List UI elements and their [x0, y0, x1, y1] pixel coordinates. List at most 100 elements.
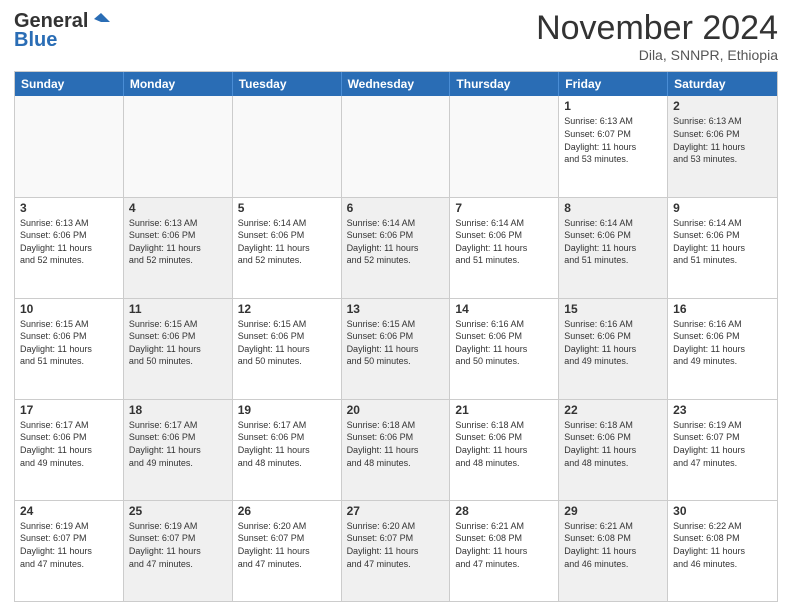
calendar-cell: 4Sunrise: 6:13 AM Sunset: 6:06 PM Daylig… — [124, 198, 233, 298]
day-number: 21 — [455, 403, 553, 417]
day-number: 3 — [20, 201, 118, 215]
day-number: 27 — [347, 504, 445, 518]
day-number: 13 — [347, 302, 445, 316]
logo: General Blue — [14, 10, 112, 52]
calendar-cell: 15 Sunrise: 6:16 AM Sunset: 6:06 PM Dayli… — [559, 299, 668, 399]
calendar-cell: 26 Sunrise: 6:20 AM Sunset: 6:07 PM Dayli… — [233, 501, 342, 601]
calendar-cell — [124, 96, 233, 196]
day-number: 24 — [20, 504, 118, 518]
day-info: Sunrise: 6:17 AM Sunset: 6:06 PM Dayligh… — [20, 419, 118, 469]
calendar-cell: 21 Sunrise: 6:18 AM Sunset: 6:06 PM Dayli… — [450, 400, 559, 500]
calendar-header-day: Monday — [124, 72, 233, 96]
calendar-cell: 16Sunrise: 6:16 AM Sunset: 6:06 PM Dayli… — [668, 299, 777, 399]
day-number: 10 — [20, 302, 118, 316]
day-info: Sunrise: 6:14 AM Sunset: 6:06 PM Dayligh… — [564, 217, 662, 267]
day-info: Sunrise: 6:14 AM Sunset: 6:06 PM Dayligh… — [238, 217, 336, 267]
calendar-cell: 29 Sunrise: 6:21 AM Sunset: 6:08 PM Dayli… — [559, 501, 668, 601]
calendar-header-day: Thursday — [450, 72, 559, 96]
calendar-header-day: Sunday — [15, 72, 124, 96]
day-number: 7 — [455, 201, 553, 215]
day-info: Sunrise: 6:19 AM Sunset: 6:07 PM Dayligh… — [20, 520, 118, 570]
calendar-cell — [450, 96, 559, 196]
day-info: Sunrise: 6:15 AM Sunset: 6:06 PM Dayligh… — [238, 318, 336, 368]
calendar-cell: 17 Sunrise: 6:17 AM Sunset: 6:06 PM Dayli… — [15, 400, 124, 500]
day-number: 16 — [673, 302, 772, 316]
calendar-row: 3 Sunrise: 6:13 AM Sunset: 6:06 PM Daylig… — [15, 197, 777, 298]
day-info: Sunrise: 6:15 AM Sunset: 6:06 PM Dayligh… — [347, 318, 445, 368]
header: General Blue November 2024 Dila, SNNPR, … — [14, 10, 778, 63]
calendar-cell: 10 Sunrise: 6:15 AM Sunset: 6:06 PM Dayli… — [15, 299, 124, 399]
calendar-cell: 22 Sunrise: 6:18 AM Sunset: 6:06 PM Dayli… — [559, 400, 668, 500]
day-number: 22 — [564, 403, 662, 417]
day-number: 12 — [238, 302, 336, 316]
calendar-row: 24 Sunrise: 6:19 AM Sunset: 6:07 PM Dayli… — [15, 500, 777, 601]
day-info: Sunrise: 6:14 AM Sunset: 6:06 PM Dayligh… — [347, 217, 445, 267]
calendar-cell: 1 Sunrise: 6:13 AM Sunset: 6:07 PM Daylig… — [559, 96, 668, 196]
day-number: 29 — [564, 504, 662, 518]
calendar-cell: 5Sunrise: 6:14 AM Sunset: 6:06 PM Daylig… — [233, 198, 342, 298]
calendar: SundayMondayTuesdayWednesdayThursdayFrid… — [14, 71, 778, 602]
day-number: 15 — [564, 302, 662, 316]
day-info: Sunrise: 6:16 AM Sunset: 6:06 PM Dayligh… — [455, 318, 553, 368]
calendar-cell: 30 Sunrise: 6:22 AM Sunset: 6:08 PM Dayli… — [668, 501, 777, 601]
day-number: 20 — [347, 403, 445, 417]
page: General Blue November 2024 Dila, SNNPR, … — [0, 0, 792, 612]
calendar-cell: 14 Sunrise: 6:16 AM Sunset: 6:06 PM Dayli… — [450, 299, 559, 399]
title-block: November 2024 Dila, SNNPR, Ethiopia — [536, 10, 778, 63]
calendar-header-day: Wednesday — [342, 72, 451, 96]
day-number: 30 — [673, 504, 772, 518]
day-number: 8 — [564, 201, 662, 215]
day-number: 19 — [238, 403, 336, 417]
day-info: Sunrise: 6:13 AM Sunset: 6:06 PM Dayligh… — [20, 217, 118, 267]
calendar-cell: 9Sunrise: 6:14 AM Sunset: 6:06 PM Daylig… — [668, 198, 777, 298]
calendar-cell: 23 Sunrise: 6:19 AM Sunset: 6:07 PM Dayli… — [668, 400, 777, 500]
calendar-cell — [15, 96, 124, 196]
calendar-row: 17 Sunrise: 6:17 AM Sunset: 6:06 PM Dayli… — [15, 399, 777, 500]
day-info: Sunrise: 6:18 AM Sunset: 6:06 PM Dayligh… — [455, 419, 553, 469]
day-info: Sunrise: 6:14 AM Sunset: 6:06 PM Dayligh… — [455, 217, 553, 267]
day-info: Sunrise: 6:13 AM Sunset: 6:07 PM Dayligh… — [564, 115, 662, 165]
month-title: November 2024 — [536, 10, 778, 47]
day-info: Sunrise: 6:13 AM Sunset: 6:06 PM Dayligh… — [673, 115, 772, 165]
day-info: Sunrise: 6:13 AM Sunset: 6:06 PM Dayligh… — [129, 217, 227, 267]
day-info: Sunrise: 6:19 AM Sunset: 6:07 PM Dayligh… — [129, 520, 227, 570]
day-number: 23 — [673, 403, 772, 417]
calendar-cell: 8 Sunrise: 6:14 AM Sunset: 6:06 PM Daylig… — [559, 198, 668, 298]
calendar-cell: 18Sunrise: 6:17 AM Sunset: 6:06 PM Dayli… — [124, 400, 233, 500]
calendar-body: 1 Sunrise: 6:13 AM Sunset: 6:07 PM Daylig… — [15, 96, 777, 601]
calendar-cell: 3 Sunrise: 6:13 AM Sunset: 6:06 PM Daylig… — [15, 198, 124, 298]
day-number: 28 — [455, 504, 553, 518]
calendar-cell: 12 Sunrise: 6:15 AM Sunset: 6:06 PM Dayli… — [233, 299, 342, 399]
location-subtitle: Dila, SNNPR, Ethiopia — [536, 47, 778, 63]
calendar-header-day: Tuesday — [233, 72, 342, 96]
day-number: 26 — [238, 504, 336, 518]
calendar-cell: 19 Sunrise: 6:17 AM Sunset: 6:06 PM Dayli… — [233, 400, 342, 500]
day-info: Sunrise: 6:15 AM Sunset: 6:06 PM Dayligh… — [129, 318, 227, 368]
logo-flag-icon — [90, 11, 112, 33]
day-number: 17 — [20, 403, 118, 417]
day-number: 14 — [455, 302, 553, 316]
calendar-cell — [233, 96, 342, 196]
calendar-header-day: Friday — [559, 72, 668, 96]
day-number: 25 — [129, 504, 227, 518]
calendar-cell: 27Sunrise: 6:20 AM Sunset: 6:07 PM Dayli… — [342, 501, 451, 601]
calendar-header: SundayMondayTuesdayWednesdayThursdayFrid… — [15, 72, 777, 96]
calendar-header-day: Saturday — [668, 72, 777, 96]
day-number: 1 — [564, 99, 662, 113]
day-info: Sunrise: 6:21 AM Sunset: 6:08 PM Dayligh… — [455, 520, 553, 570]
day-info: Sunrise: 6:15 AM Sunset: 6:06 PM Dayligh… — [20, 318, 118, 368]
day-number: 6 — [347, 201, 445, 215]
day-info: Sunrise: 6:21 AM Sunset: 6:08 PM Dayligh… — [564, 520, 662, 570]
calendar-cell: 24 Sunrise: 6:19 AM Sunset: 6:07 PM Dayli… — [15, 501, 124, 601]
calendar-cell: 28 Sunrise: 6:21 AM Sunset: 6:08 PM Dayli… — [450, 501, 559, 601]
calendar-cell: 2 Sunrise: 6:13 AM Sunset: 6:06 PM Daylig… — [668, 96, 777, 196]
day-number: 2 — [673, 99, 772, 113]
day-info: Sunrise: 6:14 AM Sunset: 6:06 PM Dayligh… — [673, 217, 772, 267]
day-info: Sunrise: 6:17 AM Sunset: 6:06 PM Dayligh… — [238, 419, 336, 469]
day-info: Sunrise: 6:22 AM Sunset: 6:08 PM Dayligh… — [673, 520, 772, 570]
day-info: Sunrise: 6:19 AM Sunset: 6:07 PM Dayligh… — [673, 419, 772, 469]
day-info: Sunrise: 6:20 AM Sunset: 6:07 PM Dayligh… — [238, 520, 336, 570]
calendar-cell: 13 Sunrise: 6:15 AM Sunset: 6:06 PM Dayli… — [342, 299, 451, 399]
day-info: Sunrise: 6:18 AM Sunset: 6:06 PM Dayligh… — [564, 419, 662, 469]
day-info: Sunrise: 6:16 AM Sunset: 6:06 PM Dayligh… — [564, 318, 662, 368]
